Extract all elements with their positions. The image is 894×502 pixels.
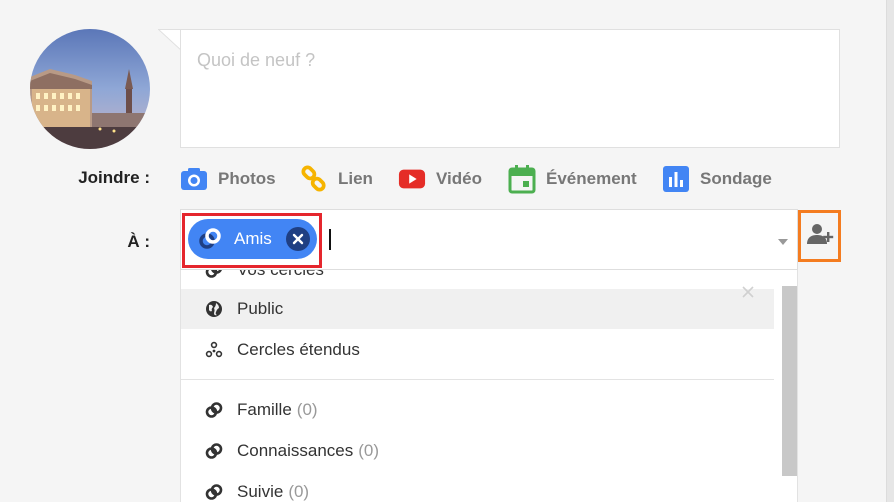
calendar-icon (508, 165, 536, 194)
menu-item-label: Public (237, 299, 284, 318)
audience-dropdown-menu[interactable]: Vos cercles Public Cercles étendus (180, 270, 798, 502)
menu-item-label: Suivie (237, 482, 284, 501)
menu-header-your-circles: Vos cercles (181, 270, 774, 290)
menu-item-famille[interactable]: Famille (0) (181, 390, 774, 430)
window-edge (886, 0, 894, 502)
menu-divider (181, 379, 774, 380)
post-input[interactable] (181, 30, 839, 147)
circle-icon (205, 401, 223, 419)
link-icon (300, 165, 328, 193)
menu-item-label: Cercles étendus (237, 340, 360, 359)
chip-remove-icon[interactable] (286, 227, 310, 251)
attach-photos-button[interactable]: Photos (180, 163, 276, 195)
avatar[interactable] (30, 29, 150, 149)
menu-item-count: (0) (288, 482, 310, 501)
audience-chip-amis[interactable]: Amis (188, 219, 317, 259)
attach-poll-label: Sondage (700, 169, 772, 188)
audience-label: À : (127, 232, 150, 251)
menu-item-count: (0) (296, 400, 318, 419)
menu-item-count: (0) (358, 441, 380, 460)
circle-icon (198, 226, 224, 252)
menu-item-suivie[interactable]: Suivie (0) (181, 472, 774, 502)
add-person-button[interactable] (798, 210, 841, 262)
add-person-icon (806, 220, 834, 253)
menu-item-label: Connaissances (237, 441, 354, 460)
attach-link-button[interactable]: Lien (300, 163, 373, 195)
attach-link-label: Lien (338, 169, 373, 188)
circle-icon (205, 483, 223, 501)
composer-notch (158, 29, 182, 51)
camera-icon (180, 165, 208, 193)
attach-photos-label: Photos (218, 169, 276, 188)
extended-circles-icon (205, 341, 223, 359)
menu-item-extended-circles[interactable]: Cercles étendus (181, 330, 774, 370)
attach-poll-button[interactable]: Sondage (662, 163, 772, 195)
attach-video-label: Vidéo (436, 169, 482, 188)
menu-item-connaissances[interactable]: Connaissances (0) (181, 431, 774, 471)
attach-event-label: Événement (546, 169, 637, 188)
attach-event-button[interactable]: Événement (508, 163, 637, 195)
menu-item-public[interactable]: Public (181, 289, 774, 329)
text-caret (329, 229, 331, 250)
globe-icon (205, 300, 223, 318)
attach-video-button[interactable]: Vidéo (398, 163, 482, 195)
menu-scrollbar-thumb[interactable] (782, 286, 797, 476)
youtube-icon (398, 165, 426, 193)
close-icon[interactable] (740, 284, 756, 300)
circle-icon (205, 270, 223, 279)
post-composer[interactable] (180, 29, 840, 148)
chip-label: Amis (234, 229, 272, 248)
attach-label: Joindre : (78, 168, 150, 187)
poll-icon (662, 165, 690, 193)
menu-item-label: Famille (237, 400, 292, 419)
circle-icon (205, 442, 223, 460)
dropdown-arrow-icon[interactable] (778, 239, 788, 245)
